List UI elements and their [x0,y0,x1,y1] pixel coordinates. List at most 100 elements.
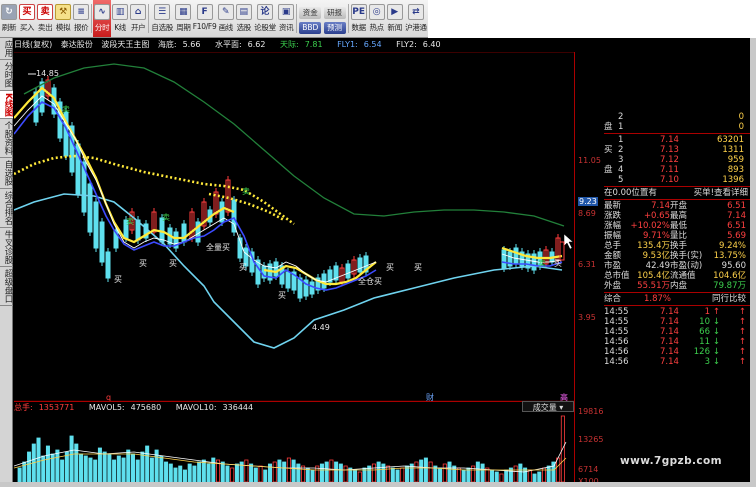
volume-bar [329,459,334,482]
buy-level: 4 [618,165,624,175]
toolbar-button-draw[interactable]: ✎ 画线 [217,0,235,37]
sidebar-tab[interactable]: 自选股 [0,158,13,189]
sidebar-tab[interactable]: 分时图 [0,60,13,91]
volume-bar [64,451,69,482]
peer-compare-link[interactable]: 同行比较 [712,294,746,304]
toolbar-button-sell[interactable]: 卖卖出 [36,0,54,37]
chart-title-bar: 日线(复权) 泰达股份 波段天王主图 海底: 5.66 水平面: 6.62 天际: 7… [14,39,574,51]
tick-price: 7.14 [660,347,679,357]
toolbar-button-watchlist[interactable]: ☰ 自选股 [150,0,174,37]
buy-volume: 63201 [716,135,744,145]
toolbar-button-home[interactable]: ⌂ 开户 [129,0,147,37]
sell-level: 2 [618,112,624,122]
tick-time: 14:56 [604,347,629,357]
sidebar-tab[interactable]: K线图 [0,90,13,120]
tick-volume: 11 [699,337,710,347]
tick-row: 14:55 7.14 1 ↑ ↑ [604,307,750,317]
volume-bar [513,465,518,482]
toolbar-button-pe[interactable]: PE 数据 [350,0,368,37]
volume-bar [173,467,178,482]
chart-period[interactable]: 日线(复权) [14,40,52,49]
volume-bar [201,459,206,482]
stat-row: 总市值 105.4亿 流通值 104.6亿 [604,271,750,281]
watchlist-icon: ☰ [154,4,171,20]
view-detail-link[interactable]: 买单!查看详细 [694,188,748,198]
news-tv-icon: ▶ [386,4,403,20]
buy-price: 7.12 [660,155,679,165]
volume-bar [244,459,249,482]
arrow-up-icon: ↑ [738,357,746,367]
sell-volume: 0 [738,122,744,132]
toolbar-button-quote[interactable]: ≡ 报价 [72,0,90,37]
volume-bar [310,469,315,482]
toolbar-button-select-stock[interactable]: ▤ 选股 [235,0,253,37]
rank-value: 1.87% [644,294,672,304]
indicator-name[interactable]: 波段天王主图 [101,40,149,49]
volume-bar [419,459,424,482]
volume-chart[interactable] [14,402,574,482]
window-frame-bottom [0,482,750,487]
stat-value: +0.65 [643,211,670,221]
toolbar-button-forum[interactable]: 论论股堂 [253,0,277,37]
toolbar-button-research[interactable]: 研报 预测 [322,0,346,37]
volume-bar [286,457,291,482]
stat-label: 最高 [670,211,688,221]
kline-icon: ▥ [112,4,129,20]
buy-price: 7.13 [660,145,679,155]
home-icon: ⌂ [130,4,147,20]
toolbar-button-kline[interactable]: ▥ K线 [111,0,129,37]
stat-row: 外盘 55.51万 内盘 79.87万 [604,281,750,291]
toolbar-button-hk-connect[interactable]: ⇄ 沪港通 [404,0,428,37]
buy-signal-label: 买 [239,263,247,272]
news-icon: ▣ [278,4,295,20]
stat-row: 市盈 42.49 市盈(动) 95.60 [604,261,750,271]
volume-bar [206,463,211,482]
stat-value: 7.14 [727,211,746,221]
fly2-value: 6.40 [422,40,441,49]
sidebar-tab[interactable]: 个股资料 [0,119,13,159]
toolbar-button-simulate[interactable]: ⚒ 模拟 [54,0,72,37]
toolbar-button-refresh[interactable]: ↻ 刷新 [0,0,18,37]
volume-bar [423,457,428,482]
toolbar-button-news-tv[interactable]: ▶ 新闻 [386,0,404,37]
stat-value: 9.71% [642,231,670,241]
toolbar-button-buy[interactable]: 买买入 [18,0,36,37]
stat-label: 内盘 [670,281,688,291]
sidebar-tab[interactable]: 综合排名 [0,189,13,228]
toolbar-button-f10[interactable]: F F10/F9 [192,0,217,37]
toolbar-button-bbd[interactable]: 资金 BBD [298,0,322,37]
buy-level: 1 [618,135,624,145]
buy-level: 3 [618,155,624,165]
sell-order-row: 20 [604,112,750,122]
volume-axis-label: 19816 [578,407,604,416]
tick-volume: 1 [704,307,710,317]
buy-signal-label: 买 [114,275,122,284]
volume-bar [140,451,145,482]
stat-label: 换手 [670,241,688,251]
hotspot-icon: ◎ [368,4,385,20]
sell-signal-label: 卖 [126,217,134,226]
stat-label: 涨跌 [604,211,622,221]
toolbar-button-news[interactable]: ▣ 资讯 [277,0,295,37]
position-notice: 在0.00位置有 [604,188,657,198]
kline-chart[interactable]: 14.854.49全量买全仓买买买买买买买买买卖卖 卖卖卖q 财高 [14,52,574,402]
toolbar-label: 报价 [73,23,89,32]
industry-rank-row: 综合 1.87% 同行比较 [604,294,750,304]
toolbar-button-period[interactable]: ▦ 周期 [174,0,192,37]
fly1-value: 6.54 [363,40,382,49]
volume-bar [27,451,32,482]
sidebar-tab[interactable]: 超级盘口 [0,267,13,306]
buy-order-row: 1 7.14 63201 [604,135,750,145]
fly2-label: FLY2: [396,40,417,49]
toolbar-button-timeshare[interactable]: ∿ 分时 [93,0,112,37]
sidebar-tab[interactable]: 牛叉诊股 [0,228,13,267]
toolbar-button-hotspot[interactable]: ◎ 热点 [368,0,386,37]
volume-bar [159,455,164,482]
sidebar-tab[interactable]: 应用 [0,38,13,60]
volume-bar [249,463,254,482]
volume-bar [395,469,400,482]
volume-bar [447,461,452,482]
toolbar-pill-bottom: 预测 [323,22,346,34]
volume-bar [334,461,339,482]
toolbar-label: K线 [114,23,127,32]
